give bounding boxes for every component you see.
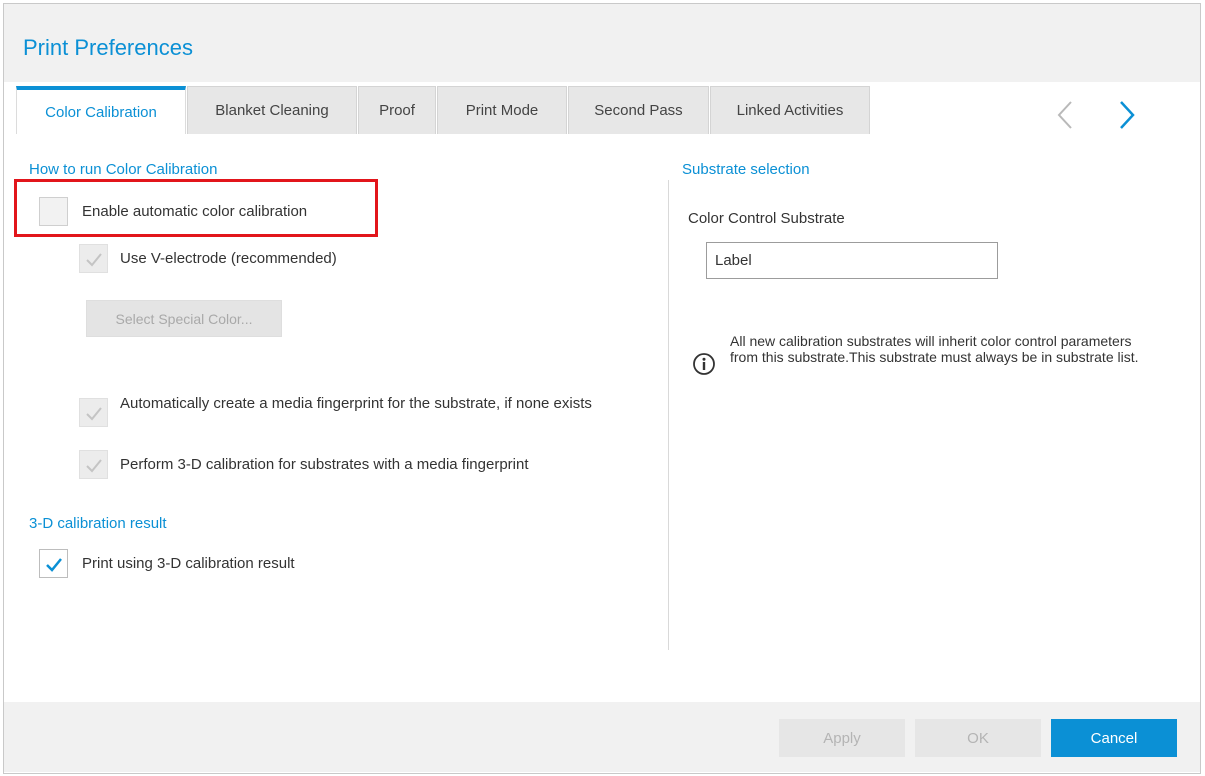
apply-button[interactable]: Apply bbox=[779, 719, 905, 757]
use-v-electrode-checkbox[interactable] bbox=[79, 244, 108, 273]
print-using-3d-label: Print using 3-D calibration result bbox=[82, 555, 295, 572]
check-icon bbox=[86, 459, 102, 473]
chevron-right-icon[interactable] bbox=[1114, 96, 1140, 134]
section-title-3d-result: 3-D calibration result bbox=[29, 515, 167, 532]
select-special-color-button[interactable]: Select Special Color... bbox=[86, 300, 282, 337]
enable-auto-calibration-label: Enable automatic color calibration bbox=[82, 203, 308, 220]
check-icon bbox=[46, 558, 62, 572]
tab-color-calibration[interactable]: Color Calibration bbox=[16, 86, 186, 134]
color-control-substrate-label: Color Control Substrate bbox=[688, 210, 845, 227]
column-divider bbox=[668, 180, 669, 650]
color-control-substrate-input[interactable] bbox=[706, 242, 998, 279]
tab-blanket-cleaning[interactable]: Blanket Cleaning bbox=[187, 86, 357, 134]
chevron-left-icon[interactable] bbox=[1052, 96, 1078, 134]
print-using-3d-checkbox[interactable] bbox=[39, 549, 68, 578]
perform-3d-checkbox[interactable] bbox=[79, 450, 108, 479]
check-icon bbox=[86, 253, 102, 267]
use-v-electrode-label: Use V-electrode (recommended) bbox=[120, 250, 337, 267]
info-icon bbox=[692, 352, 716, 376]
cancel-button[interactable]: Cancel bbox=[1051, 719, 1177, 757]
auto-fingerprint-checkbox[interactable] bbox=[79, 398, 108, 427]
tab-second-pass[interactable]: Second Pass bbox=[568, 86, 709, 134]
check-icon bbox=[86, 407, 102, 421]
enable-auto-calibration-checkbox[interactable] bbox=[39, 197, 68, 226]
substrate-info-text: All new calibration substrates will inhe… bbox=[730, 333, 1139, 365]
section-title-substrate: Substrate selection bbox=[682, 161, 810, 178]
section-title-how-to-run: How to run Color Calibration bbox=[29, 161, 218, 178]
tab-print-mode[interactable]: Print Mode bbox=[437, 86, 567, 134]
auto-fingerprint-label: Automatically create a media fingerprint… bbox=[120, 395, 592, 412]
dialog-header: Print Preferences bbox=[4, 4, 1200, 82]
tab-linked-activities[interactable]: Linked Activities bbox=[710, 86, 870, 134]
ok-button[interactable]: OK bbox=[915, 719, 1041, 757]
perform-3d-label: Perform 3-D calibration for substrates w… bbox=[120, 456, 529, 473]
dialog-title: Print Preferences bbox=[23, 35, 193, 60]
tab-proof[interactable]: Proof bbox=[358, 86, 436, 134]
